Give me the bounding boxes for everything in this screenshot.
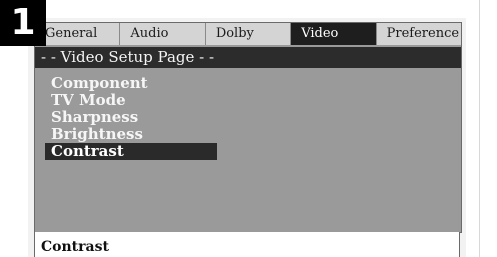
page-title: - - Video Setup Page - - <box>35 47 461 68</box>
setup-tabs: General Audio Dolby Video Preference <box>35 23 461 45</box>
help-text: Contrast <box>41 239 109 255</box>
setup-menu-panel: General Audio Dolby Video Preference - -… <box>34 22 462 233</box>
menu-item-component[interactable]: Component <box>45 75 217 92</box>
tab-audio[interactable]: Audio <box>120 23 206 45</box>
step-number-badge: 1 <box>0 0 46 46</box>
help-bar: Contrast <box>34 232 460 257</box>
page-border-line <box>479 0 480 257</box>
tab-video[interactable]: Video <box>291 23 377 45</box>
menu-item-sharpness[interactable]: Sharpness <box>45 109 217 126</box>
menu-item-tv-mode[interactable]: TV Mode <box>45 92 217 109</box>
tab-dolby[interactable]: Dolby <box>206 23 292 45</box>
video-setup-menu: Component TV Mode Sharpness Brightness C… <box>45 75 217 160</box>
menu-item-brightness[interactable]: Brightness <box>45 126 217 143</box>
tab-general[interactable]: General <box>35 23 121 45</box>
tab-preference[interactable]: Preference <box>377 23 461 45</box>
menu-item-contrast[interactable]: Contrast <box>45 143 217 160</box>
